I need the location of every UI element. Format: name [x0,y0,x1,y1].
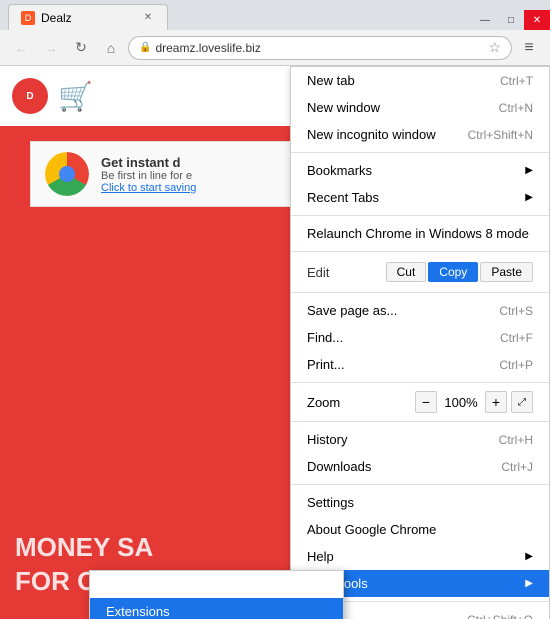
divider-7 [291,484,549,485]
submenu-create-shortcuts[interactable]: Create application shortcuts... [90,571,343,598]
chrome-icon-inner [45,152,89,196]
help-arrow-icon: ▶ [525,551,533,562]
menu-item-print[interactable]: Print... Ctrl+P [291,351,549,378]
navigation-bar: ← → ↻ ⌂ 🔒 dreamz.loveslife.biz ☆ ≡ [0,30,550,66]
tab-title: Dealz [41,11,72,25]
divider-5 [291,382,549,383]
menu-item-new-tab[interactable]: New tab Ctrl+T [291,67,549,94]
divider-1 [291,152,549,153]
bookmarks-arrow-icon: ▶ [525,165,533,176]
edit-row: Edit Cut Copy Paste [291,256,549,288]
forward-button[interactable]: → [38,35,64,61]
close-button[interactable]: ✕ [524,10,550,30]
zoom-row: Zoom − 100% + ⤢ [291,387,549,417]
more-tools-submenu: Create application shortcuts... Extensio… [89,570,344,619]
submenu-extensions[interactable]: Extensions [90,598,343,619]
menu-item-about-chrome[interactable]: About Google Chrome [291,516,549,543]
menu-item-find[interactable]: Find... Ctrl+F [291,324,549,351]
bookmark-star-icon[interactable]: ☆ [488,39,501,56]
chrome-menu: New tab Ctrl+T New window Ctrl+N New inc… [290,66,550,619]
chrome-icon-center [59,166,75,182]
recent-tabs-arrow-icon: ▶ [525,192,533,203]
dealz-logo: D [12,78,48,114]
heading-line1: MONEY SA [15,531,153,565]
zoom-label: Zoom [307,395,409,410]
menu-item-new-incognito[interactable]: New incognito window Ctrl+Shift+N [291,121,549,148]
divider-4 [291,292,549,293]
address-text: dreamz.loveslife.biz [155,41,484,55]
menu-item-downloads[interactable]: Downloads Ctrl+J [291,453,549,480]
zoom-minus-button[interactable]: − [415,391,437,413]
divider-3 [291,251,549,252]
lock-icon: 🔒 [139,42,151,53]
more-tools-arrow-icon: ▶ [525,578,533,589]
menu-item-more-tools[interactable]: More tools ▶ Create application shortcut… [291,570,549,597]
reload-button[interactable]: ↻ [68,35,94,61]
tab-bar: D Dealz ✕ — □ ✕ [0,0,550,30]
home-button[interactable]: ⌂ [98,35,124,61]
menu-item-new-window[interactable]: New window Ctrl+N [291,94,549,121]
edit-label: Edit [307,265,337,280]
menu-item-recent-tabs[interactable]: Recent Tabs ▶ [291,184,549,211]
cart-icon: 🛒 [58,80,93,113]
divider-6 [291,421,549,422]
page-content: D 🛒 Get instant d Be first in line for e… [0,66,550,619]
zoom-controls: − 100% + ⤢ [415,391,533,413]
menu-item-settings[interactable]: Settings [291,489,549,516]
divider-2 [291,215,549,216]
active-tab[interactable]: D Dealz ✕ [8,4,168,30]
menu-item-bookmarks[interactable]: Bookmarks ▶ [291,157,549,184]
back-button[interactable]: ← [8,35,34,61]
window-controls: — □ ✕ [472,10,550,30]
address-bar[interactable]: 🔒 dreamz.loveslife.biz ☆ [128,36,512,60]
zoom-value: 100% [441,395,481,410]
zoom-fullscreen-button[interactable]: ⤢ [511,391,533,413]
menu-item-help[interactable]: Help ▶ [291,543,549,570]
tab-favicon: D [21,11,35,25]
paste-button[interactable]: Paste [480,262,533,282]
browser-window: D Dealz ✕ — □ ✕ ← → ↻ ⌂ 🔒 dreamz.lovesli… [0,0,550,619]
chrome-menu-button[interactable]: ≡ [516,35,542,61]
menu-item-save-page[interactable]: Save page as... Ctrl+S [291,297,549,324]
minimize-button[interactable]: — [472,10,498,30]
menu-item-history[interactable]: History Ctrl+H [291,426,549,453]
copy-button[interactable]: Copy [428,262,478,282]
zoom-plus-button[interactable]: + [485,391,507,413]
maximize-button[interactable]: □ [498,10,524,30]
tab-close-button[interactable]: ✕ [141,11,155,25]
cut-button[interactable]: Cut [386,262,427,282]
edit-buttons: Cut Copy Paste [386,262,533,282]
menu-item-relaunch[interactable]: Relaunch Chrome in Windows 8 mode [291,220,549,247]
chrome-icon [45,152,89,196]
